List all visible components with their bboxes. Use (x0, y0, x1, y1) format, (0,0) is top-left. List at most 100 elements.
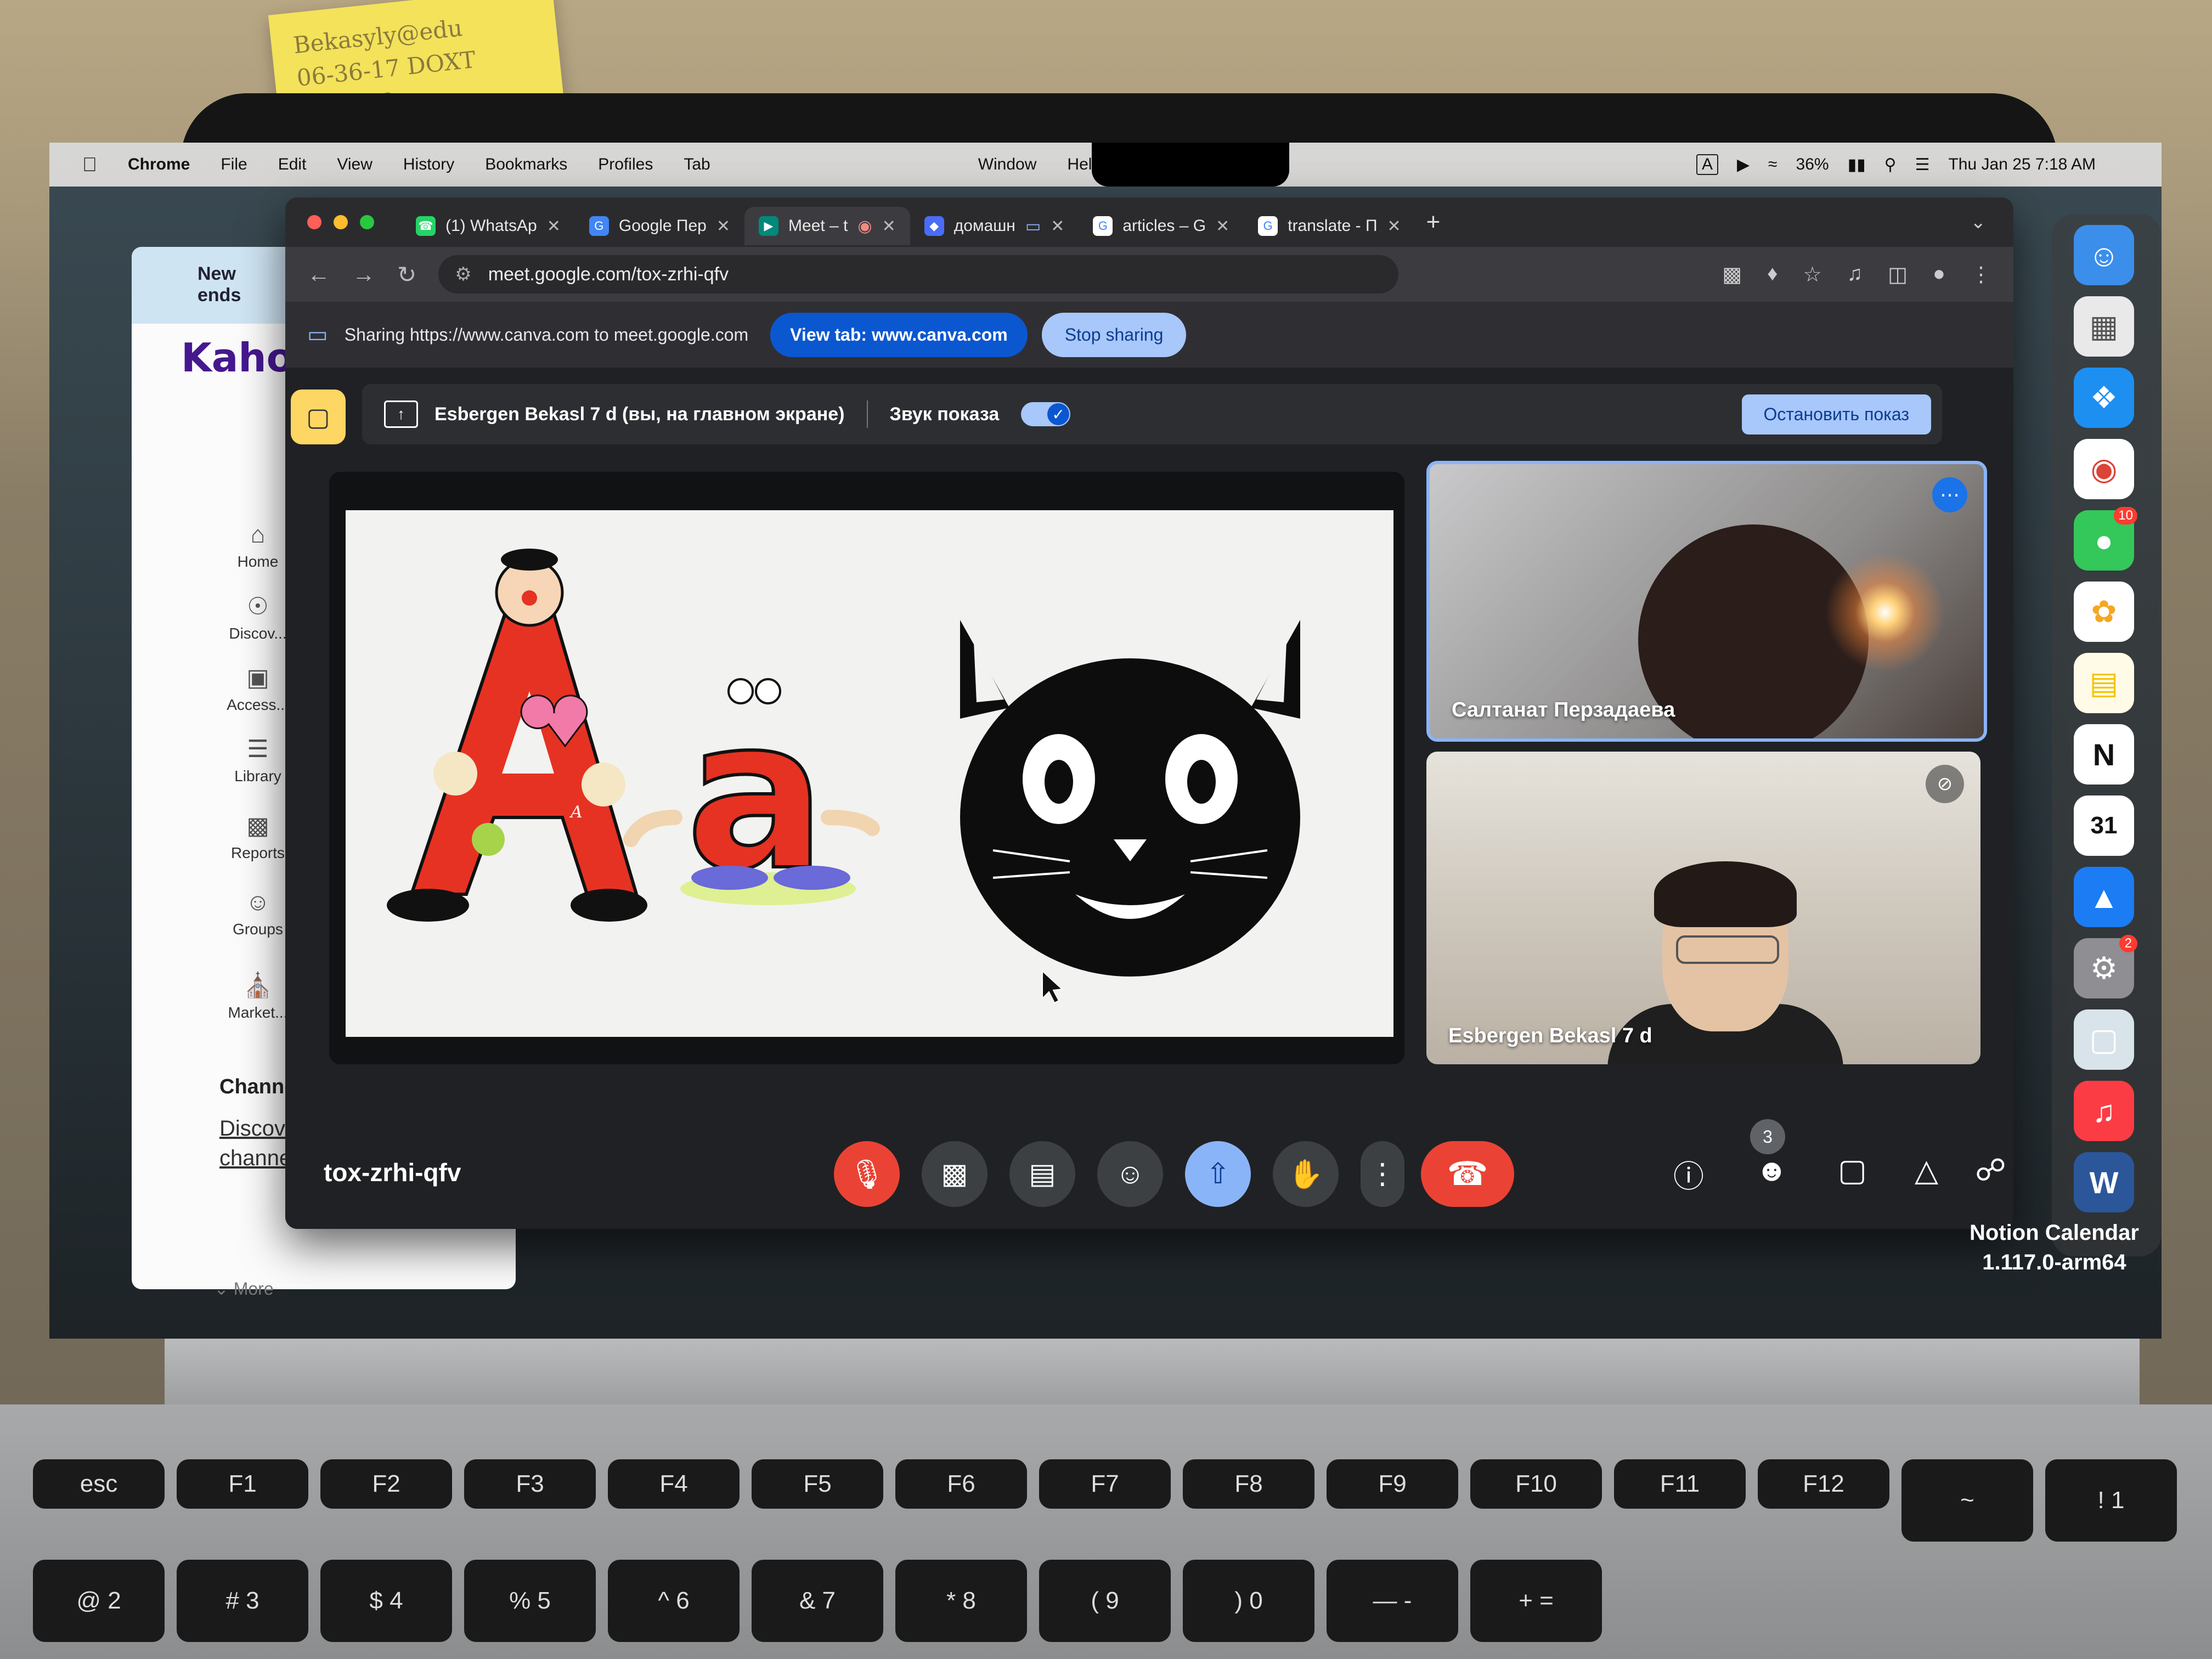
tab-articles[interactable]: Garticles – G ✕ (1079, 207, 1244, 245)
messages-icon[interactable]: ● 10 (2074, 507, 2137, 571)
raise-hand-icon[interactable]: ✋ (1273, 1141, 1339, 1207)
clock[interactable]: Thu Jan 25 7:18 AM (1948, 155, 2096, 174)
close-window-button[interactable] (307, 215, 321, 229)
key-num-3[interactable]: # 3 (177, 1560, 308, 1642)
key-f7[interactable]: F7 (1039, 1459, 1171, 1509)
key-f9[interactable]: F9 (1327, 1459, 1458, 1509)
kebab-menu-icon[interactable]: ⋮ (1971, 262, 1991, 287)
view-tab-button[interactable]: View tab: www.canva.com (770, 312, 1028, 357)
chat-icon[interactable]: ▢ (1838, 1152, 1867, 1188)
activities-icon[interactable]: △ (1915, 1152, 1938, 1188)
more-options-icon[interactable]: ⋮ (1361, 1141, 1404, 1207)
key-num-0[interactable]: ~ (1901, 1459, 2033, 1542)
apple-icon[interactable]:  (82, 153, 97, 176)
key-num-2[interactable]: @ 2 (33, 1560, 165, 1642)
input-source-icon[interactable]: A (1696, 154, 1718, 175)
menu-chrome[interactable]: Chrome (128, 155, 190, 174)
safari-icon[interactable]: ❖ (2074, 368, 2134, 428)
tab-translate[interactable]: Gtranslate - П ✕ (1244, 207, 1415, 245)
key-f1[interactable]: F1 (177, 1459, 308, 1509)
menu-bookmarks[interactable]: Bookmarks (485, 155, 567, 174)
tab-google-translate[interactable]: G Google Пер ✕ (575, 207, 744, 245)
info-icon[interactable]: ⓘ (1673, 1152, 1704, 1197)
notes-icon[interactable]: ▤ (2074, 653, 2134, 713)
more-options-icon[interactable]: ⋯ (1932, 477, 1967, 512)
menu-profiles[interactable]: Profiles (598, 155, 653, 174)
close-tab-icon[interactable]: ✕ (716, 217, 730, 236)
key-f8[interactable]: F8 (1183, 1459, 1314, 1509)
participant-tile[interactable]: ⋯ Салтанат Перзадаева (1426, 461, 1987, 742)
stop-presenting-button[interactable]: Остановить показ (1741, 394, 1931, 435)
stop-sharing-button[interactable]: Stop sharing (1041, 312, 1187, 357)
menu-window[interactable]: Window (978, 155, 1037, 174)
key-num-7[interactable]: & 7 (752, 1560, 883, 1642)
search-icon[interactable]: ⚲ (1884, 155, 1897, 174)
present-icon[interactable]: ⇧ (1185, 1141, 1251, 1207)
close-tab-icon[interactable]: ✕ (882, 217, 896, 236)
finder-icon[interactable]: ☺ (2074, 225, 2134, 285)
camera-icon[interactable]: ▩ (1722, 262, 1742, 287)
kahoot-more-button[interactable]: ⌄ More (214, 1278, 274, 1299)
people-icon[interactable]: ☻ (1756, 1152, 1788, 1188)
bookmark-star-icon[interactable]: ☆ (1803, 262, 1822, 287)
captions-icon[interactable]: ▤ (1009, 1141, 1075, 1207)
key-num-8[interactable]: * 8 (895, 1560, 1027, 1642)
settings-icon[interactable]: ⚙ 2 (2074, 935, 2137, 998)
tab-whatsapp[interactable]: ☎ (1) WhatsAp ✕ (402, 207, 575, 245)
presentation-layout-icon[interactable]: ▢ (291, 390, 346, 444)
key-f10[interactable]: F10 (1470, 1459, 1602, 1509)
key-f4[interactable]: F4 (608, 1459, 740, 1509)
camera-icon[interactable]: ▩ (922, 1141, 988, 1207)
music-icon[interactable]: ♫ (2074, 1081, 2134, 1141)
key-num-4[interactable]: $ 4 (320, 1560, 452, 1642)
battery-icon[interactable]: ▮▮ (1848, 155, 1866, 174)
key-f12[interactable]: F12 (1758, 1459, 1889, 1509)
notion-calendar-icon[interactable]: 31 (2074, 795, 2134, 856)
host-controls-icon[interactable]: ☍ (1975, 1152, 2006, 1188)
tab-homework[interactable]: ◆ домашн ▭ ✕ (910, 207, 1079, 245)
key-num-11[interactable]: — - (1327, 1560, 1458, 1642)
close-tab-icon[interactable]: ✕ (1387, 217, 1401, 236)
minimize-window-button[interactable] (334, 215, 348, 229)
share-audio-toggle[interactable]: ✓ (1021, 402, 1071, 426)
side-panel-icon[interactable]: ◫ (1888, 262, 1908, 287)
chrome-icon[interactable]: ◉ (2074, 439, 2134, 499)
key-f11[interactable]: F11 (1614, 1459, 1746, 1509)
wifi-icon[interactable]: ≈ (1768, 155, 1777, 174)
play-icon[interactable]: ▶ (1737, 155, 1750, 174)
new-tab-button[interactable]: + (1426, 208, 1441, 236)
key-num-5[interactable]: % 5 (464, 1560, 596, 1642)
menu-view[interactable]: View (337, 155, 372, 174)
notion-icon[interactable]: N (2074, 724, 2134, 785)
mic-off-icon[interactable]: 🎙 (834, 1141, 900, 1207)
photos-icon[interactable]: ✿ (2074, 582, 2134, 642)
tab-search-icon[interactable]: ⌄ (1971, 211, 1987, 233)
preview-icon[interactable]: ▢ (2074, 1009, 2134, 1070)
reload-icon[interactable]: ↻ (397, 261, 416, 288)
key-num-6[interactable]: ^ 6 (608, 1560, 740, 1642)
address-bar[interactable]: ⚙ meet.google.com/tox-zrhi-qfv (438, 255, 1399, 294)
close-tab-icon[interactable]: ✕ (1216, 217, 1229, 236)
media-control-icon[interactable]: ♫ (1847, 262, 1863, 287)
app-store-icon[interactable]: ▲ (2074, 867, 2134, 927)
site-info-icon[interactable]: ⚙ (455, 263, 471, 285)
back-icon[interactable]: ← (307, 261, 330, 287)
key-num-10[interactable]: ) 0 (1183, 1560, 1314, 1642)
profile-avatar[interactable]: ● (1933, 262, 1945, 287)
control-center-icon[interactable]: ☰ (1915, 155, 1930, 174)
key-f2[interactable]: F2 (320, 1459, 452, 1509)
forward-icon[interactable]: → (352, 261, 375, 287)
menu-edit[interactable]: Edit (278, 155, 307, 174)
close-tab-icon[interactable]: ✕ (1051, 217, 1064, 236)
key-num-9[interactable]: ( 9 (1039, 1560, 1171, 1642)
close-tab-icon[interactable]: ✕ (547, 217, 561, 236)
key-f6[interactable]: F6 (895, 1459, 1027, 1509)
translate-icon[interactable]: ♦ (1767, 262, 1778, 287)
menu-history[interactable]: History (403, 155, 454, 174)
leave-call-button[interactable]: ☎ (1421, 1141, 1514, 1207)
tab-meet[interactable]: ▶ Meet – t ◉ ✕ (744, 207, 910, 245)
key-num-1[interactable]: ! 1 (2045, 1459, 2177, 1542)
menu-file[interactable]: File (221, 155, 247, 174)
key-f5[interactable]: F5 (752, 1459, 883, 1509)
launchpad-icon[interactable]: ▦ (2074, 296, 2134, 357)
